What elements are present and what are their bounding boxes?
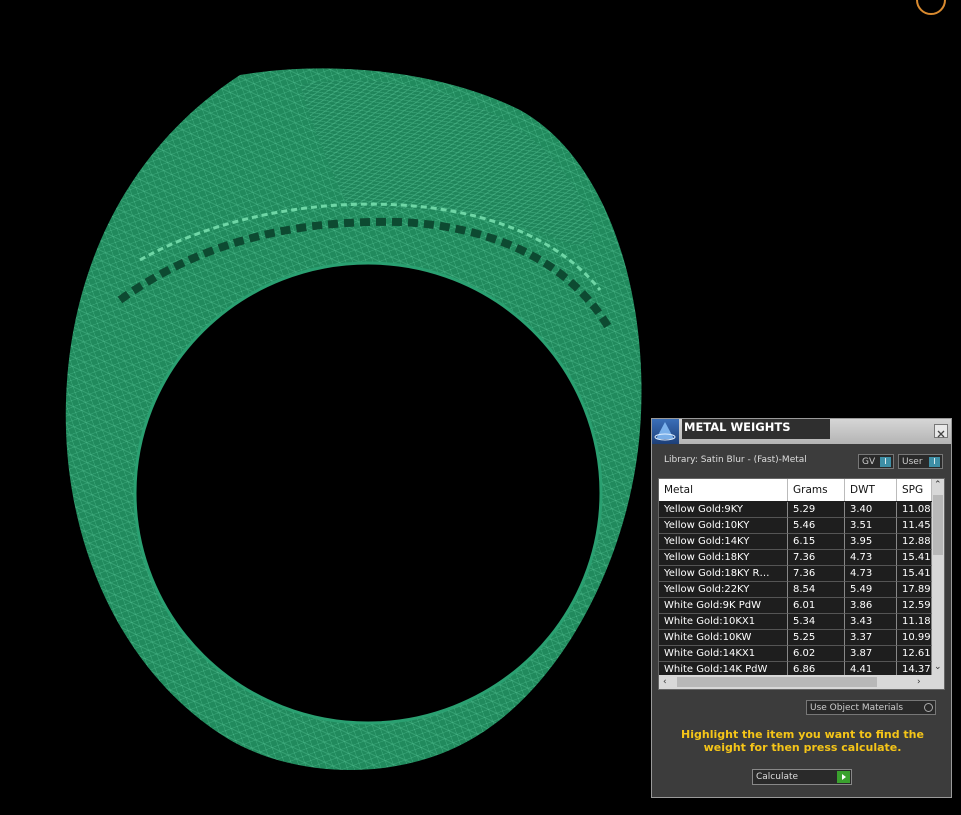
table-header: Metal Grams DWT SPG — [659, 479, 932, 501]
vertical-scrollbar[interactable]: ⌃ ⌄ — [932, 479, 944, 675]
view-cube-icon[interactable] — [914, 0, 948, 20]
metal-weights-panel: METAL WEIGHTS Library: Satin Blur - (Fas… — [651, 418, 952, 798]
cell-grams: 5.34 — [788, 614, 845, 630]
user-label: User — [902, 457, 923, 467]
cell-dwt: 4.73 — [845, 550, 897, 566]
cell-grams: 6.02 — [788, 646, 845, 662]
cell-dwt: 3.40 — [845, 502, 897, 518]
library-label: Library: Satin Blur - (Fast)-Metal — [664, 455, 807, 465]
cell-grams: 5.25 — [788, 630, 845, 646]
panel-title: METAL WEIGHTS — [682, 419, 830, 439]
toggle-knob-icon: I — [880, 457, 891, 467]
table-row[interactable]: Yellow Gold:14KY 6.15 3.95 12.88 — [659, 534, 932, 550]
horizontal-scrollbar[interactable]: ‹ › — [659, 675, 944, 689]
cell-dwt: 3.51 — [845, 518, 897, 534]
table-row[interactable]: Yellow Gold:10KY 5.46 3.51 11.45 — [659, 518, 932, 534]
cell-dwt: 3.43 — [845, 614, 897, 630]
cell-spg: 15.41 — [897, 550, 932, 566]
table-row[interactable]: Yellow Gold:18KY 7.36 4.73 15.41 — [659, 550, 932, 566]
scroll-up-icon[interactable]: ⌃ — [934, 479, 942, 491]
close-icon — [937, 430, 945, 438]
cell-spg: 12.88 — [897, 534, 932, 550]
header-dwt[interactable]: DWT — [845, 479, 897, 501]
cell-spg: 12.61 — [897, 646, 932, 662]
cell-grams: 5.29 — [788, 502, 845, 518]
header-grams[interactable]: Grams — [788, 479, 845, 501]
table-row[interactable]: White Gold:10KW 5.25 3.37 10.99 — [659, 630, 932, 646]
header-metal[interactable]: Metal — [659, 479, 788, 501]
table-row[interactable]: White Gold:10KX1 5.34 3.43 11.18 — [659, 614, 932, 630]
use-object-materials-toggle[interactable]: Use Object Materials — [806, 700, 936, 715]
cell-dwt: 4.73 — [845, 566, 897, 582]
cell-dwt: 3.37 — [845, 630, 897, 646]
cell-metal: Yellow Gold:9KY — [659, 502, 788, 518]
cell-dwt: 5.49 — [845, 582, 897, 598]
cell-spg: 11.08 — [897, 502, 932, 518]
cell-spg: 11.45 — [897, 518, 932, 534]
cell-grams: 5.46 — [788, 518, 845, 534]
cell-metal: White Gold:9K PdW — [659, 598, 788, 614]
cell-spg: 10.99 — [897, 630, 932, 646]
cell-metal: White Gold:14KX1 — [659, 646, 788, 662]
scroll-thumb[interactable] — [677, 677, 877, 687]
play-icon — [837, 771, 850, 783]
table-row[interactable]: Yellow Gold:9KY 5.29 3.40 11.08 — [659, 502, 932, 518]
scroll-down-icon[interactable]: ⌄ — [934, 661, 942, 673]
cell-grams: 7.36 — [788, 550, 845, 566]
cell-metal: Yellow Gold:14KY — [659, 534, 788, 550]
table-row[interactable]: Yellow Gold:22KY 8.54 5.49 17.89 — [659, 582, 932, 598]
cell-dwt: 3.87 — [845, 646, 897, 662]
cell-metal: White Gold:10KW — [659, 630, 788, 646]
table-row[interactable]: White Gold:14KX1 6.02 3.87 12.61 — [659, 646, 932, 662]
scroll-right-icon[interactable]: › — [917, 676, 921, 688]
gv-label: GV — [862, 457, 876, 467]
user-toggle[interactable]: User I — [898, 454, 943, 469]
app-logo-icon — [652, 419, 679, 444]
header-spg[interactable]: SPG — [897, 479, 932, 501]
calculate-label: Calculate — [756, 772, 799, 782]
cell-dwt: 3.86 — [845, 598, 897, 614]
cell-metal: White Gold:10KX1 — [659, 614, 788, 630]
use-object-materials-label: Use Object Materials — [810, 703, 904, 713]
cell-grams: 6.01 — [788, 598, 845, 614]
calculate-button[interactable]: Calculate — [752, 769, 852, 785]
toggle-knob-icon: I — [929, 457, 940, 467]
close-button[interactable] — [934, 424, 948, 438]
instruction-text: Highlight the item you want to find the … — [681, 728, 924, 754]
cell-spg: 12.59 — [897, 598, 932, 614]
cell-spg: 15.41 — [897, 566, 932, 582]
table-row[interactable]: Yellow Gold:18KY R… 7.36 4.73 15.41 — [659, 566, 932, 582]
ring-wireframe-model[interactable] — [65, 68, 642, 770]
panel-title-bar[interactable]: METAL WEIGHTS — [652, 419, 951, 444]
cell-dwt: 3.95 — [845, 534, 897, 550]
scroll-thumb[interactable] — [933, 495, 943, 555]
cell-metal: Yellow Gold:22KY — [659, 582, 788, 598]
cell-grams: 6.15 — [788, 534, 845, 550]
scroll-left-icon[interactable]: ‹ — [663, 676, 667, 688]
cell-spg: 17.89 — [897, 582, 932, 598]
radio-icon — [924, 703, 933, 712]
table-row[interactable]: White Gold:9K PdW 6.01 3.86 12.59 — [659, 598, 932, 614]
cell-metal: Yellow Gold:18KY R… — [659, 566, 788, 582]
metal-table[interactable]: Metal Grams DWT SPG Yellow Gold:9KY 5.29 3… — [658, 478, 945, 690]
gv-toggle[interactable]: GV I — [858, 454, 894, 469]
cell-metal: Yellow Gold:10KY — [659, 518, 788, 534]
cell-grams: 7.36 — [788, 566, 845, 582]
cell-spg: 11.18 — [897, 614, 932, 630]
cell-grams: 8.54 — [788, 582, 845, 598]
cell-metal: Yellow Gold:18KY — [659, 550, 788, 566]
